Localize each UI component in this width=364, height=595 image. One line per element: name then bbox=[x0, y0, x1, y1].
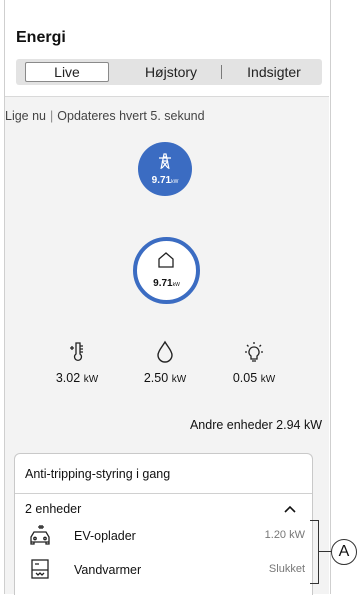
flow-connector bbox=[165, 196, 167, 236]
water-category[interactable]: 2.50 kW bbox=[130, 340, 200, 385]
tab-history[interactable]: Højstory bbox=[126, 62, 216, 82]
grid-power-circle[interactable]: 9.71kW bbox=[138, 142, 192, 196]
tab-divider bbox=[221, 65, 222, 79]
water-value: 2.50 bbox=[143, 371, 169, 385]
water-drop-icon bbox=[157, 340, 173, 363]
update-status: Lige nu | Opdateres hvert 5. sekund bbox=[5, 109, 205, 123]
light-bulb-icon bbox=[245, 342, 263, 362]
water-heater-state: Slukket bbox=[268, 563, 305, 575]
page-title: Energi bbox=[16, 29, 66, 46]
other-devices-label: Andre enheder bbox=[189, 418, 273, 432]
device-count: 2 enheder bbox=[25, 502, 82, 516]
lighting-value: 0.05 bbox=[232, 371, 258, 385]
ev-charger-icon bbox=[30, 525, 50, 545]
status-interval: Opdateres hvert 5. sekund bbox=[57, 109, 205, 123]
callout-bracket bbox=[310, 520, 319, 584]
card-divider bbox=[15, 493, 312, 494]
list-item-water-heater[interactable]: Vandvarmer Slukket bbox=[23, 558, 305, 582]
water-heater-name: Vandvarmer bbox=[74, 563, 142, 577]
chevron-up-icon[interactable] bbox=[284, 505, 296, 513]
heating-category[interactable]: 3.02 kW bbox=[42, 340, 112, 385]
status-now: Lige nu bbox=[5, 109, 47, 123]
ev-charger-name: EV-oplader bbox=[74, 529, 136, 543]
energy-header: Energi Live Højstory Indsigter bbox=[5, 0, 329, 97]
view-tabs: Live Højstory Indsigter bbox=[16, 59, 322, 85]
other-devices: Andre enheder 2.94 kW bbox=[190, 418, 322, 432]
list-item-ev-charger[interactable]: EV-oplader 1.20 kW bbox=[23, 524, 305, 548]
grid-tower-icon bbox=[159, 153, 171, 170]
heating-value: 3.02 bbox=[55, 371, 81, 385]
home-power-circle[interactable]: 9.71kW bbox=[133, 237, 200, 304]
lighting-category[interactable]: 0.05 kW bbox=[219, 340, 289, 385]
tab-insights[interactable]: Indsigter bbox=[229, 62, 319, 82]
grid-power-value: 9.71kW bbox=[151, 175, 179, 186]
anti-tripping-card: Anti-tripping-styring i gang 2 enheder E… bbox=[14, 453, 313, 595]
thermometer-icon bbox=[70, 342, 83, 362]
callout-leader bbox=[318, 551, 332, 552]
callout-marker: A bbox=[331, 539, 357, 565]
tab-live[interactable]: Live bbox=[25, 62, 109, 82]
water-heater-icon bbox=[31, 559, 49, 579]
other-devices-value: 2.94 kW bbox=[276, 418, 322, 432]
home-power-value: 9.71kW bbox=[153, 278, 180, 289]
house-icon bbox=[158, 252, 174, 268]
ev-charger-state: 1.20 kW bbox=[264, 529, 305, 541]
anti-tripping-title: Anti-tripping-styring i gang bbox=[25, 467, 171, 481]
